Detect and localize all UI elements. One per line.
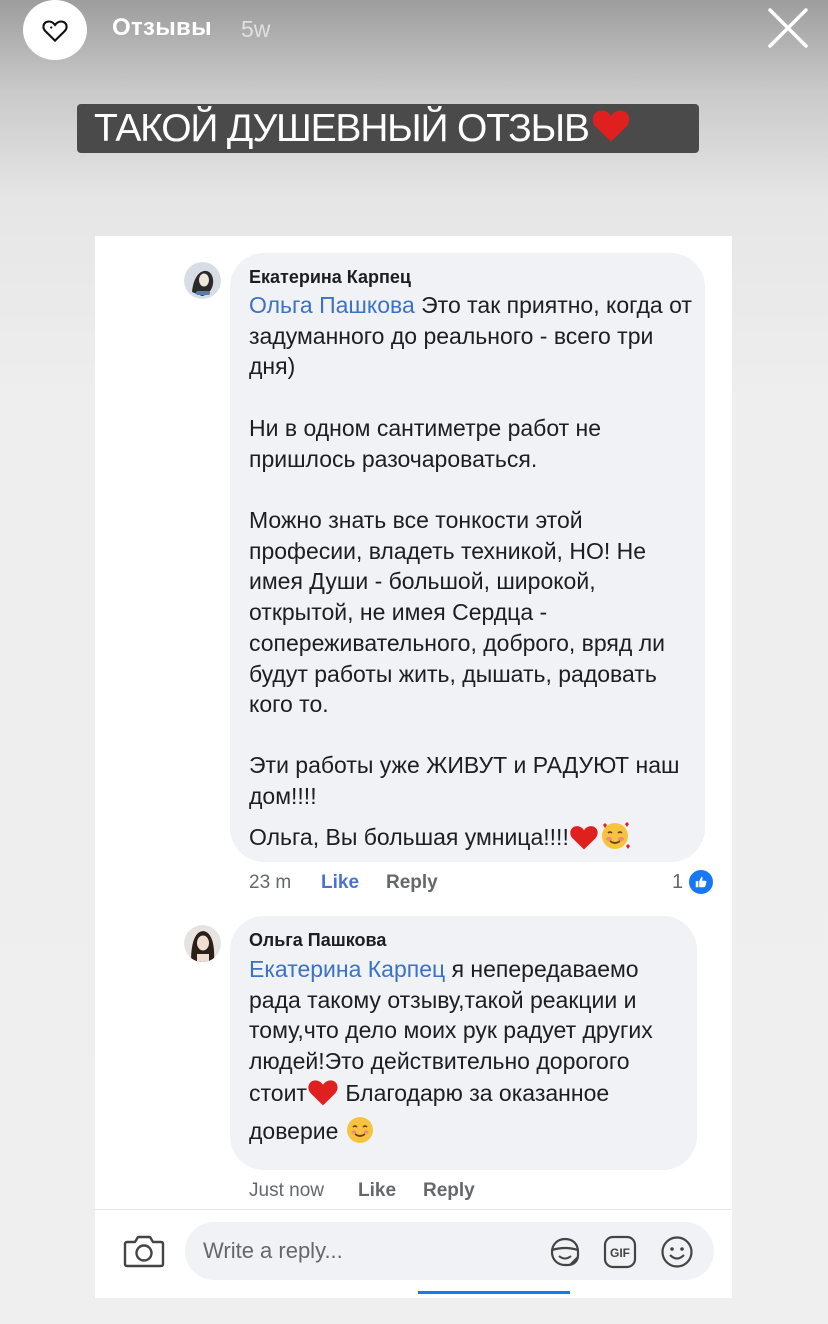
smiling-face-with-hearts-emoji [599,819,631,859]
gif-icon[interactable]: GIF [603,1235,637,1269]
comment-time: 23 m [249,872,292,893]
heart-icon [42,20,68,43]
story-account-name[interactable]: Отзывы [112,14,212,42]
reply-placeholder: Write a reply... [203,1238,343,1263]
close-icon [768,8,808,48]
comment-paragraph: Ольга, Вы большая умница!!!! [249,819,694,859]
comment-text-line: Ольга, Вы большая умница!!!! [249,824,569,850]
avatar[interactable] [184,925,221,962]
comment-text: Ольга Пашкова Это так приятно, когда от … [249,290,694,382]
comment-time: Just now [249,1180,324,1201]
comment-author[interactable]: Ольга Пашкова [249,930,386,951]
svg-text:GIF: GIF [610,1246,630,1260]
red-heart-emoji [591,106,631,153]
divider [95,1209,732,1210]
comment-paragraph: Эти работы уже ЖИВУТ и РАДУЮТ наш дом!!!… [249,752,680,809]
mention-link[interactable]: Екатерина Карпец [249,956,445,982]
comment-text: Екатерина Карпец я непередаваемо рада та… [249,954,685,1152]
sticker-icon[interactable] [548,1235,582,1269]
smiley-icon[interactable] [660,1235,694,1269]
like-button[interactable]: Like [321,872,359,894]
reply-button[interactable]: Reply [386,872,438,894]
caption-text: ТАКОЙ ДУШЕВНЫЙ ОТЗЫВ [94,107,590,150]
thumbs-up-icon[interactable] [687,868,715,896]
story-time: 5w [241,16,271,42]
mention-link[interactable]: Ольга Пашкова [249,292,415,318]
reply-button[interactable]: Reply [423,1180,475,1202]
story-caption: ТАКОЙ ДУШЕВНЫЙ ОТЗЫВ [77,104,699,153]
comment-paragraph: Ни в одном сантиметре работ не пришлось … [249,415,602,472]
reaction-count[interactable]: 1 [672,871,683,894]
comment-paragraph: Можно знать все тонкости этой професии, … [249,507,665,718]
like-button[interactable]: Like [358,1180,396,1202]
avatar[interactable] [184,262,221,299]
close-button[interactable] [764,4,812,52]
red-heart-emoji [569,823,599,859]
story-avatar[interactable] [23,0,87,60]
red-heart-emoji [307,1077,339,1115]
smiling-face-emoji [345,1115,375,1153]
reply-input[interactable]: Write a reply... GIF [185,1222,714,1280]
comment-card: Екатерина Карпец Ольга Пашкова Это так п… [95,236,732,1298]
camera-icon[interactable] [123,1233,165,1269]
active-indicator [418,1291,570,1294]
comment-author[interactable]: Екатерина Карпец [249,267,411,288]
